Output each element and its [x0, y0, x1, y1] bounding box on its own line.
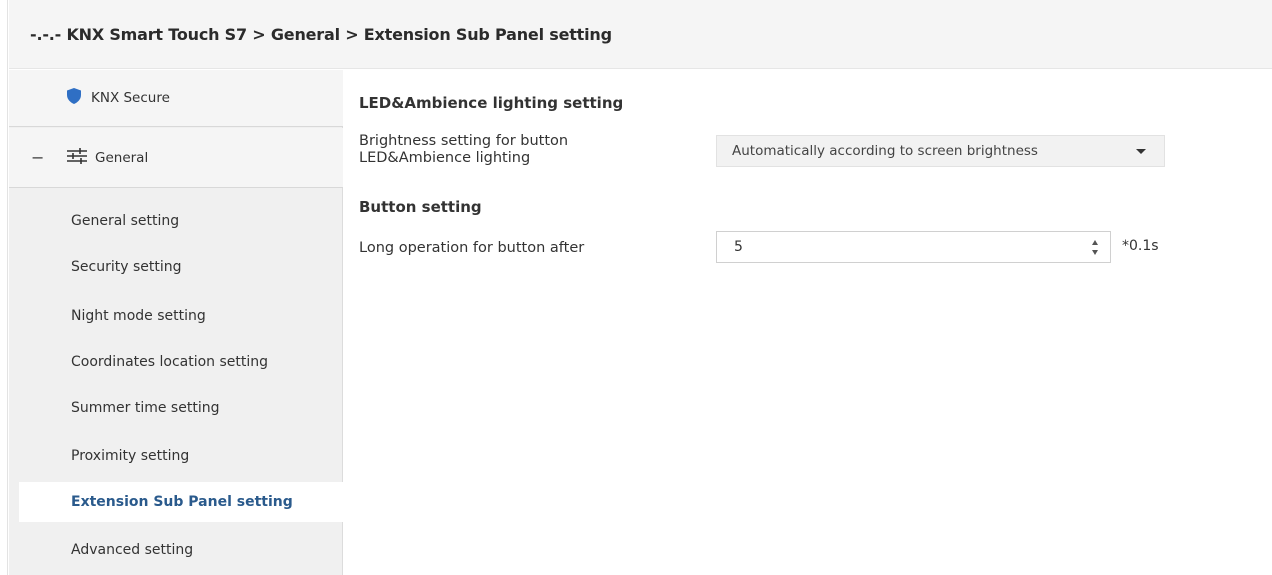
long-operation-spinbox[interactable] — [716, 231, 1111, 263]
sidebar-item-general-setting[interactable]: General setting — [19, 201, 343, 241]
page-title: -.-.- KNX Smart Touch S7 > General > Ext… — [30, 24, 612, 44]
sidebar-item-summer-time-setting[interactable]: Summer time setting — [19, 388, 343, 428]
sidebar-item-advanced-setting[interactable]: Advanced setting — [19, 530, 343, 570]
sidebar-item-proximity-setting[interactable]: Proximity setting — [19, 436, 343, 476]
long-operation-unit: *0.1s — [1122, 238, 1159, 254]
spinner-arrows — [1092, 238, 1102, 258]
sidebar-item-knx-secure[interactable]: KNX Secure — [9, 70, 343, 127]
sidebar-item-security-setting[interactable]: Security setting — [19, 247, 343, 287]
caret-down-icon — [1136, 148, 1146, 154]
sidebar-item-night-mode-setting[interactable]: Night mode setting — [19, 296, 343, 336]
collapse-icon[interactable]: − — [31, 148, 45, 167]
spin-down-icon[interactable] — [1092, 250, 1098, 255]
brightness-label-line1: Brightness setting for button — [359, 133, 569, 149]
long-operation-label: Long operation for button after — [359, 240, 585, 256]
shield-icon — [67, 88, 81, 108]
sidebar-item-label: General — [95, 149, 149, 166]
sidebar: KNX Secure − General General setting Sec… — [9, 70, 343, 575]
sliders-icon — [67, 147, 87, 168]
sidebar-item-extension-sub-panel-setting[interactable]: Extension Sub Panel setting — [19, 482, 343, 522]
window-left-edge — [0, 0, 8, 575]
brightness-dropdown[interactable]: Automatically according to screen bright… — [716, 135, 1165, 167]
brightness-label: Brightness setting for button LED&Ambien… — [359, 133, 568, 167]
spin-up-icon[interactable] — [1092, 240, 1098, 245]
led-section-title: LED&Ambience lighting setting — [359, 94, 624, 112]
button-section-title: Button setting — [359, 198, 482, 216]
parameter-panel: LED&Ambience lighting setting Brightness… — [344, 70, 1272, 575]
breadcrumb-header: -.-.- KNX Smart Touch S7 > General > Ext… — [9, 0, 1272, 69]
long-operation-input[interactable] — [734, 239, 1074, 255]
sidebar-item-coordinates-location-setting[interactable]: Coordinates location setting — [19, 342, 343, 382]
sidebar-item-label: KNX Secure — [91, 90, 170, 106]
brightness-label-line2: LED&Ambience lighting — [359, 150, 531, 166]
brightness-dropdown-value: Automatically according to screen bright… — [732, 143, 1038, 159]
sidebar-item-general[interactable]: − General — [9, 128, 343, 188]
